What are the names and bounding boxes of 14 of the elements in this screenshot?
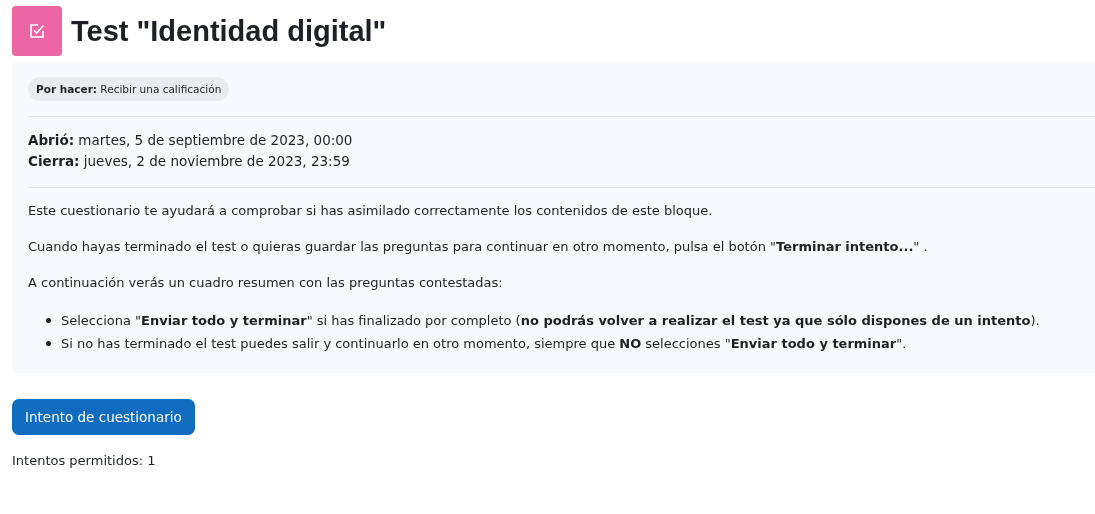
paragraph: Cuando hayas terminado el test o quieras guardar las preguntas para continuar en otro momento, pulsa el botón "Terminar intento..." . [28, 238, 929, 256]
date-line: Cierra: jueves, 2 de noviembre de 2023, 23:59 [28, 152, 351, 171]
date-line: Abrió: martes, 5 de septiembre de 2023, 00:00 [28, 131, 354, 150]
paragraph: Este cuestionario te ayudará a comprobar si has asimilado correctamente los contenidos de este bloque. [28, 202, 714, 220]
bullet-icon [46, 341, 51, 346]
quiz-icon [12, 6, 62, 56]
paragraph: A continuación verás un cuadro resumen con las preguntas contestadas: [28, 274, 504, 292]
page-title: Test "Identidad digital" [71, 13, 387, 49]
bullet-icon [46, 318, 51, 323]
list-item-text: Si no has terminado el test puedes salir y continuarlo en otro momento, siempre que NO selecciones "Enviar todo y terminar". [61, 335, 907, 353]
attempts-allowed-text: Intentos permitidos: 1 [12, 453, 157, 468]
completion-badge: Por hacer: Recibir una calificación [28, 77, 230, 101]
attempt-quiz-button[interactable]: Intento de cuestionario [12, 399, 195, 435]
list-item-text: Selecciona "Enviar todo y terminar" si has finalizado por completo (no podrás volver a realizar el test ya que sólo dispones de un intento). [61, 312, 1040, 330]
